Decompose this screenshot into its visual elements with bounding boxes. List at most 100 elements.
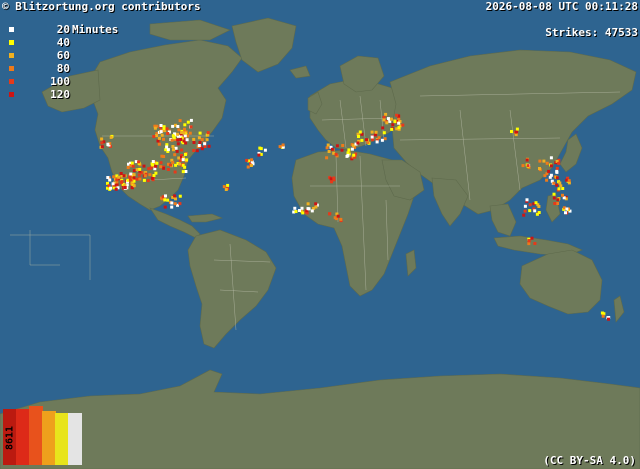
strike-marker [374, 130, 378, 134]
strike-marker [177, 128, 181, 132]
strike-marker [350, 147, 354, 151]
strike-marker [310, 209, 314, 213]
strike-marker [173, 194, 177, 198]
legend-label-120: 120 [50, 88, 70, 101]
strike-marker [176, 142, 180, 146]
strike-marker [385, 121, 389, 125]
strike-marker [259, 147, 263, 151]
strike-marker [370, 135, 374, 139]
strike-marker [382, 118, 386, 122]
strike-marker [556, 202, 560, 205]
strike-marker [335, 144, 339, 148]
strike-marker [146, 179, 150, 183]
strike-count: Strikes: 47533 [545, 26, 638, 39]
strike-marker [178, 194, 182, 198]
strike-marker [357, 135, 360, 138]
strike-marker [533, 209, 537, 213]
strike-marker [328, 212, 332, 216]
strike-marker [545, 178, 549, 182]
strike-marker [545, 161, 549, 165]
strike-marker [547, 169, 551, 173]
strike-marker [552, 192, 556, 196]
strike-marker [112, 175, 116, 179]
strike-marker [325, 146, 329, 150]
legend-label-60: 60 [56, 49, 70, 62]
strike-marker [175, 149, 179, 153]
license-text: (CC BY-SA 4.0) [543, 454, 636, 467]
strike-marker [257, 153, 261, 157]
strike-marker [384, 112, 388, 116]
strike-marker [177, 156, 181, 160]
strike-marker [263, 148, 267, 152]
strike-marker [170, 205, 174, 209]
strike-marker [538, 159, 542, 163]
strike-marker [170, 201, 174, 205]
strike-marker [203, 142, 207, 146]
strike-marker [100, 145, 104, 149]
strike-marker [224, 188, 228, 191]
strike-marker [245, 158, 249, 162]
strike-marker [152, 135, 156, 138]
strike-marker [198, 141, 202, 144]
strike-marker [387, 117, 390, 121]
strike-marker [530, 236, 534, 240]
strike-marker [173, 153, 177, 157]
histogram-bar-3 [29, 406, 43, 465]
strike-marker [192, 149, 196, 152]
strike-marker [106, 142, 110, 146]
strike-marker [555, 169, 559, 173]
strike-marker [382, 115, 386, 119]
strike-marker [200, 147, 204, 151]
strike-marker [148, 173, 152, 177]
strike-marker [528, 203, 532, 207]
strike-marker [128, 178, 132, 182]
strike-marker [186, 120, 190, 124]
strike-marker [197, 136, 201, 140]
strike-marker [552, 181, 556, 185]
strike-marker [370, 130, 374, 134]
strike-marker [174, 197, 177, 201]
strike-marker [151, 160, 155, 163]
strike-marker [559, 184, 563, 188]
legend-label-80: 80 [56, 62, 70, 75]
strike-marker [336, 214, 340, 218]
strike-marker [123, 186, 127, 189]
strike-marker [183, 134, 187, 138]
strike-marker [548, 175, 552, 179]
strike-marker [356, 141, 360, 145]
strike-marker [542, 159, 546, 163]
strike-marker [380, 138, 384, 142]
datetime-stamp: 2026-08-08 UTC 00:11:28 [485, 0, 638, 13]
strike-marker [537, 205, 541, 208]
strike-marker [329, 177, 333, 181]
strike-marker [159, 124, 163, 127]
strike-marker [173, 170, 177, 174]
strike-marker [160, 133, 164, 137]
strike-marker [330, 180, 333, 184]
strike-marker [294, 210, 298, 213]
strike-marker [189, 118, 193, 122]
legend-unit: Minutes [72, 23, 119, 36]
strike-marker [106, 176, 110, 179]
strike-marker [128, 175, 132, 179]
strike-marker [192, 141, 196, 144]
strike-marker [553, 202, 557, 205]
strike-marker [564, 211, 567, 215]
strike-marker [555, 183, 559, 187]
strike-marker [330, 147, 334, 151]
strike-marker [549, 156, 553, 160]
strike-marker [365, 138, 368, 142]
strike-marker [523, 209, 527, 213]
strike-marker [179, 138, 183, 141]
histogram-bar-4 [42, 411, 56, 465]
strike-marker [207, 144, 211, 148]
strike-marker [401, 123, 405, 127]
strike-marker [567, 179, 571, 183]
strike-marker [523, 204, 527, 208]
credit-text: © Blitzortung.org contributors [2, 0, 201, 13]
strike-marker [164, 194, 167, 198]
strike-marker [189, 125, 193, 129]
strike-marker [192, 137, 196, 141]
strike-marker [314, 205, 318, 209]
strike-marker [176, 125, 180, 128]
